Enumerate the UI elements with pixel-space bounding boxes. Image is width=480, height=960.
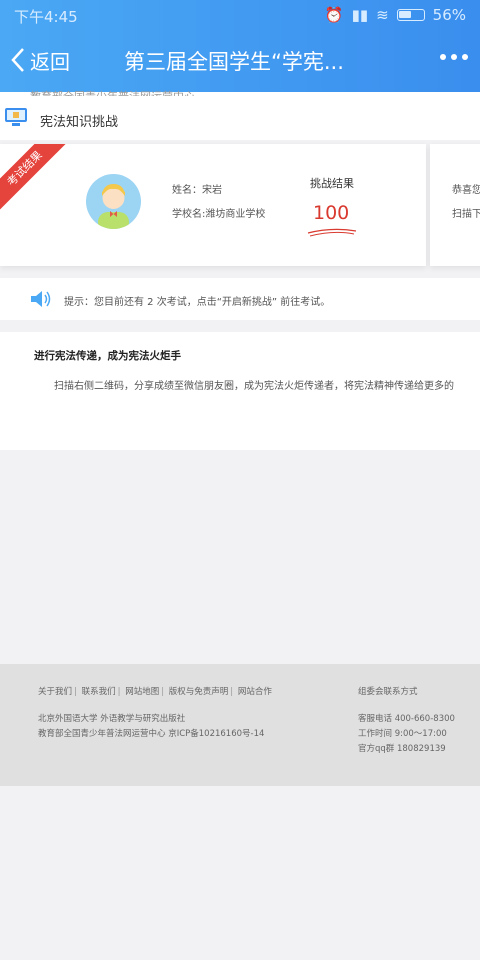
pass-text: 扫描右侧二维码，分享成绩至微信朋友圈，成为宪法火炬传递者，将宪法精神传递给更多的 [54,381,454,392]
status-bar: 下午4:45 ⏰ ▮▮ ≋ 56% [0,6,480,26]
footer-links: 关于我们 | 联系我们 | 网站地图 | 版权与免责声明 | 网站合作 [38,687,272,697]
speaker-icon [31,291,51,307]
wifi-icon: ≋ [376,6,389,24]
score-underline [307,228,357,237]
footer-hotline: 客服电话 400-660-8300 [358,714,455,724]
pass-section: 进行宪法传递，成为宪法火炬手 扫描右侧二维码，分享成绩至微信朋友圈，成为宪法火炬… [0,332,480,450]
footer-link-copyright[interactable]: 版权与免责声明 [169,687,229,697]
computer-icon [5,108,27,126]
footer-contact-title: 组委会联系方式 [358,687,418,697]
share-card-line1: 恭喜您 [452,185,480,196]
footer-link-sitemap[interactable]: 网站地图 [125,687,159,697]
back-button[interactable]: 返回 [8,44,70,76]
result-ribbon: 考试结果 [0,144,72,216]
school-name: 学校名:潍坊商业学校 [172,209,266,220]
student-name: 姓名：宋岩 [172,185,222,196]
footer-link-cooperation[interactable]: 网站合作 [238,687,272,697]
app-header: 下午4:45 ⏰ ▮▮ ≋ 56% 返回 第三届全国学生“学宪... [0,0,480,92]
battery-icon [396,9,425,21]
footer-link-contact[interactable]: 联系我们 [82,687,116,697]
footer-hours: 工作时间 9:00～17:00 [358,729,447,739]
more-options-icon[interactable] [440,54,468,60]
cropped-text: 教育部全国青少年普法网运营中心 [30,88,260,96]
signal-icon: ▮▮ [351,6,369,24]
avatar-figure-icon [98,184,129,229]
status-time: 下午4:45 [14,8,78,26]
footer-icp: 教育部全国青少年普法网运营中心 京ICP备10216160号-14 [38,729,265,739]
result-card: 考试结果 姓名：宋岩 学校名:潍坊商业学校 挑战结果 100 [0,144,426,266]
tip-bar: 提示：您目前还有 2 次考试，点击“开启新挑战” 前往考试。 [0,278,480,320]
score-label: 挑战结果 [310,177,354,190]
section-header: 教育部全国青少年普法网运营中心 宪法知识挑战 [0,90,480,140]
footer-link-about[interactable]: 关于我们 [38,687,72,697]
share-card-line2: 扫描下 [452,209,480,220]
footer: 关于我们 | 联系我们 | 网站地图 | 版权与免责声明 | 网站合作 北京外国语大学 … [0,664,480,786]
avatar [86,174,141,229]
pass-title: 进行宪法传递，成为宪法火炬手 [34,350,181,362]
share-card: 恭喜您 扫描下 [430,144,480,266]
section-title: 宪法知识挑战 [40,115,119,130]
alarm-icon: ⏰ [324,6,344,24]
footer-qq: 官方qq群 180829139 [358,744,446,754]
score-value: 100 [313,202,350,224]
nav-row: 返回 第三届全国学生“学宪... [0,40,480,80]
page-title: 第三届全国学生“学宪... [124,50,344,74]
tip-text: 提示：您目前还有 2 次考试，点击“开启新挑战” 前往考试。 [64,297,331,308]
chevron-left-icon [11,48,24,72]
back-label: 返回 [30,49,70,74]
battery-percent: 56% [432,6,466,24]
footer-publisher: 北京外国语大学 外语教学与研究出版社 [38,714,186,724]
